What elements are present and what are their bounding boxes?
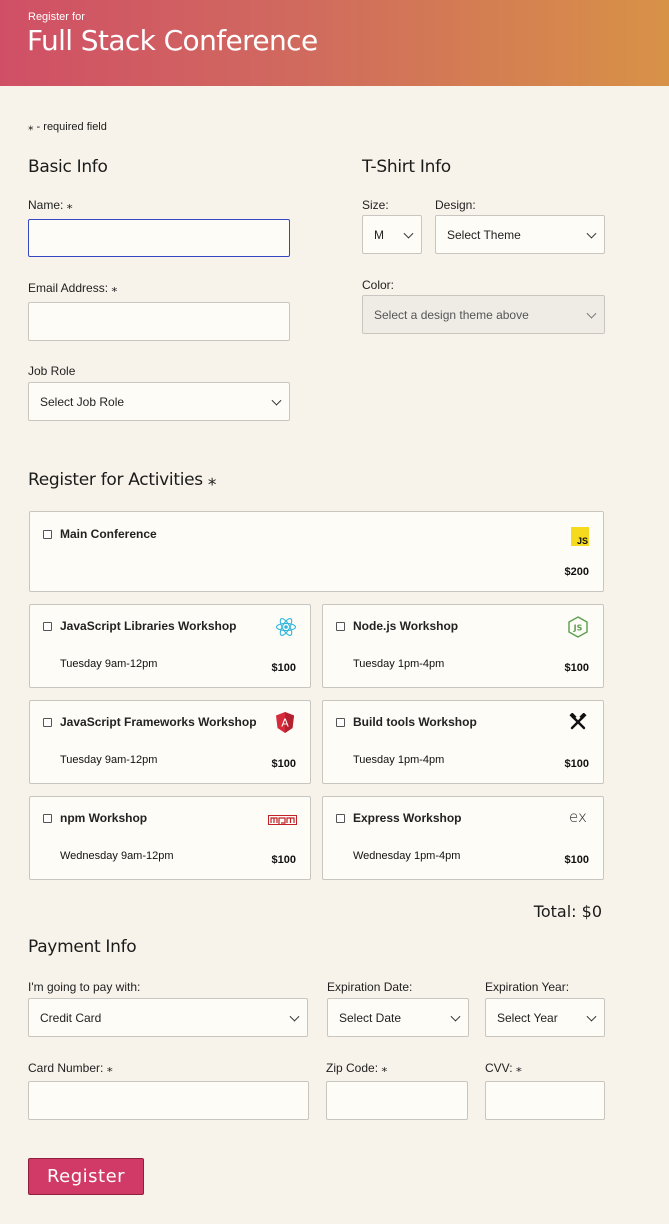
activity-title: Main Conference (60, 527, 157, 541)
basic-info-heading: Basic Info (28, 157, 108, 177)
card-number-label: Card Number: ⁎ (28, 1061, 113, 1075)
job-role-select[interactable]: Select Job Role (28, 382, 290, 421)
activity-time: Wednesday 1pm-4pm (353, 850, 461, 862)
activity-title: Build tools Workshop (353, 715, 477, 729)
activity-title: Node.js Workshop (353, 619, 459, 633)
activity-cost: $100 (564, 758, 589, 770)
exp-date-label: Expiration Date: (327, 980, 413, 994)
tshirt-info-heading: T-Shirt Info (362, 157, 451, 177)
npm-checkbox[interactable] (43, 814, 52, 823)
activity-card-main-conference[interactable]: Main Conference JS $200 (29, 511, 604, 592)
react-icon (275, 617, 297, 642)
express-checkbox[interactable] (336, 814, 345, 823)
activity-time: Tuesday 9am-12pm (60, 754, 158, 766)
page-title: Full Stack Conference (27, 24, 318, 57)
nodejs-checkbox[interactable] (336, 622, 345, 631)
activity-cost: $200 (564, 566, 589, 578)
activity-time: Wednesday 9am-12pm (60, 850, 174, 862)
name-label: Name: ⁎ (28, 198, 73, 212)
activity-cost: $100 (271, 758, 296, 770)
activity-time: Tuesday 1pm-4pm (353, 658, 445, 670)
activity-cost: $100 (271, 854, 296, 866)
register-button[interactable]: Register (28, 1158, 144, 1195)
activity-cost: $100 (564, 854, 589, 866)
chevron-down-icon (586, 228, 597, 239)
exp-date-value: Select Date (339, 1010, 402, 1025)
card-number-input[interactable] (28, 1081, 309, 1120)
chevron-down-icon (403, 228, 414, 239)
activity-card-js-frameworks[interactable]: JavaScript Frameworks Workshop A Tuesday… (29, 700, 311, 784)
header-subtitle: Register for (28, 11, 85, 23)
size-select[interactable]: M (362, 215, 422, 254)
express-icon: ex (569, 808, 587, 826)
design-value: Select Theme (447, 227, 521, 242)
nodejs-icon: JS (568, 616, 588, 643)
activity-cost: $100 (271, 662, 296, 674)
payment-method-select[interactable]: Credit Card (28, 998, 308, 1037)
payment-info-heading: Payment Info (28, 937, 137, 957)
size-label: Size: (362, 198, 389, 212)
tools-icon (569, 712, 587, 736)
design-label: Design: (435, 198, 476, 212)
job-role-label: Job Role (28, 364, 76, 378)
chevron-down-icon (271, 395, 282, 406)
job-role-value: Select Job Role (40, 394, 125, 409)
payment-method-value: Credit Card (40, 1010, 102, 1025)
activity-card-nodejs[interactable]: Node.js Workshop JS Tuesday 1pm-4pm $100 (322, 604, 604, 688)
activity-card-js-libraries[interactable]: JavaScript Libraries Workshop Tuesday 9a… (29, 604, 311, 688)
exp-year-value: Select Year (497, 1010, 558, 1025)
size-value: M (374, 227, 384, 242)
activity-card-npm[interactable]: npm Workshop Wednesday 9am-12pm $100 (29, 796, 311, 880)
cvv-label: CVV: ⁎ (485, 1061, 522, 1075)
main-conference-checkbox[interactable] (43, 530, 52, 539)
activity-time: Tuesday 1pm-4pm (353, 754, 445, 766)
design-select[interactable]: Select Theme (435, 215, 605, 254)
npm-icon (268, 813, 297, 831)
chevron-down-icon (586, 1011, 597, 1022)
chevron-down-icon (450, 1011, 461, 1022)
activities-total: Total: $0 (533, 902, 602, 921)
build-tools-checkbox[interactable] (336, 718, 345, 727)
activity-card-express[interactable]: Express Workshop ex Wednesday 1pm-4pm $1… (322, 796, 604, 880)
name-input[interactable] (28, 219, 290, 257)
page-header: Register for Full Stack Conference (0, 0, 669, 86)
angular-icon: A (275, 711, 295, 739)
activity-title: npm Workshop (60, 811, 148, 825)
exp-date-select[interactable]: Select Date (327, 998, 469, 1037)
zip-code-input[interactable] (326, 1081, 468, 1120)
chevron-down-icon (586, 308, 597, 319)
activity-card-build-tools[interactable]: Build tools Workshop Tuesday 1pm-4pm $10… (322, 700, 604, 784)
exp-year-label: Expiration Year: (485, 980, 570, 994)
activity-time: Tuesday 9am-12pm (60, 658, 158, 670)
email-label: Email Address: ⁎ (28, 281, 118, 295)
required-field-note: ⁎ - required field (28, 121, 107, 133)
cvv-input[interactable] (485, 1081, 605, 1120)
zip-code-label: Zip Code: ⁎ (326, 1061, 388, 1075)
email-input[interactable] (28, 302, 290, 341)
svg-text:A: A (281, 717, 289, 730)
exp-year-select[interactable]: Select Year (485, 998, 605, 1037)
js-icon: JS (571, 527, 589, 546)
color-select[interactable]: Select a design theme above (362, 295, 605, 334)
activity-title: JavaScript Libraries Workshop (60, 619, 237, 633)
js-libraries-checkbox[interactable] (43, 622, 52, 631)
activity-cost: $100 (564, 662, 589, 674)
activity-title: JavaScript Frameworks Workshop (60, 715, 257, 729)
color-label: Color: (362, 278, 395, 292)
svg-text:JS: JS (573, 624, 583, 633)
js-frameworks-checkbox[interactable] (43, 718, 52, 727)
payment-method-label: I'm going to pay with: (28, 980, 141, 994)
activity-title: Express Workshop (353, 811, 462, 825)
chevron-down-icon (289, 1011, 300, 1022)
activities-heading: Register for Activities ⁎ (28, 470, 217, 490)
color-value: Select a design theme above (374, 307, 529, 322)
